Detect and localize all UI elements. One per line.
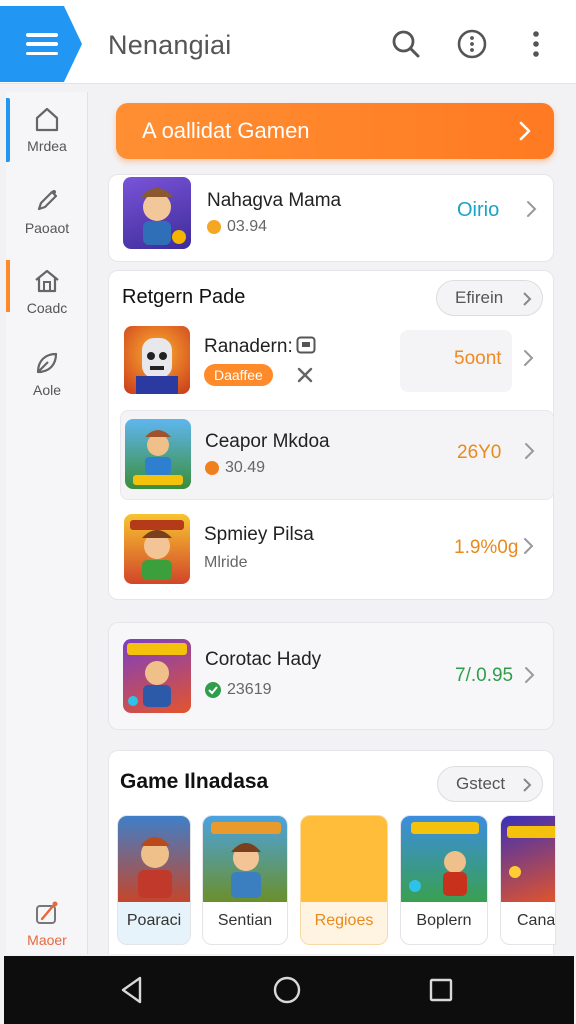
sidebar-item-edit[interactable]: Paoaot <box>6 180 88 250</box>
game-thumbnail <box>123 639 191 713</box>
sidebar-item-label: Maoer <box>27 932 67 948</box>
game-tile-image <box>401 816 487 902</box>
game-tile[interactable]: Sentian <box>202 815 288 945</box>
game-title: Corotac Hady <box>205 649 322 670</box>
sidebar-item-store[interactable]: Coadc <box>6 260 88 330</box>
menu-button[interactable] <box>0 6 82 82</box>
coin-icon <box>205 461 219 475</box>
game-meta-value: 30.49 <box>225 459 266 476</box>
chevron-right-icon <box>523 292 532 306</box>
game-tile-image <box>501 816 555 902</box>
home-circle-icon <box>273 976 301 1004</box>
chevron-right-icon <box>524 350 534 366</box>
sidebar-item-home[interactable]: Mrdea <box>6 98 88 168</box>
more-options-button[interactable] <box>518 26 554 62</box>
game-meta: Mlride <box>204 554 248 571</box>
game-thumbnail <box>125 419 191 489</box>
section-title: Game Ilnadasa <box>120 770 269 793</box>
sidebar: Mrdea Paoaot Coadc Aole Maoer <box>6 92 88 954</box>
chevron-right-icon <box>519 121 531 141</box>
leaf-icon <box>36 352 58 374</box>
game-tile-label: Boplern <box>416 912 472 929</box>
list-item[interactable]: Ceapor Mkdoa 30.49 26Y0 <box>120 410 554 500</box>
game-meta-value: 23619 <box>227 681 272 698</box>
game-title: Ceapor Mkdoa <box>205 431 330 452</box>
game-status: Oirio <box>457 199 500 221</box>
system-navigation-bar <box>4 956 574 1024</box>
game-thumbnail <box>124 514 190 584</box>
home-icon <box>35 107 59 132</box>
game-tile[interactable]: Canar <box>500 815 556 945</box>
coin-icon <box>207 220 221 234</box>
game-meta: 23619 <box>205 681 272 699</box>
game-title: Spmiey Pilsa <box>204 524 314 545</box>
app-header: Nenangiai <box>0 0 576 84</box>
section-action-button[interactable]: Gstect <box>437 766 543 802</box>
section-title: Retgern Pade <box>122 286 246 308</box>
game-thumbnail <box>123 177 191 249</box>
game-value: 7/.0.95 <box>455 665 514 686</box>
status-badge: Daaffee <box>204 364 273 386</box>
game-meta: 03.94 <box>207 218 267 236</box>
game-value: 26Y0 <box>457 442 502 463</box>
game-value: 5oont <box>454 348 502 369</box>
banner-label: A oallidat Gamen <box>142 118 310 143</box>
recents-square-icon <box>429 978 453 1002</box>
chevron-right-icon <box>523 778 532 792</box>
sidebar-item-maker[interactable]: Maoer <box>6 892 88 962</box>
game-tile-image <box>301 816 387 902</box>
game-value: 1.9%0g <box>454 537 519 558</box>
game-title: Nahagva Mama <box>207 190 342 211</box>
search-icon <box>392 30 420 58</box>
game-title: Ranadern: <box>204 336 293 357</box>
chevron-right-icon <box>525 443 535 459</box>
section-action-button[interactable]: Efirein <box>436 280 543 316</box>
back-triangle-icon <box>121 976 142 1004</box>
more-vertical-icon <box>533 31 539 57</box>
search-button[interactable] <box>388 26 424 62</box>
sidebar-item-label: Paoaot <box>24 220 70 236</box>
brush-icon <box>36 901 58 924</box>
recents-button[interactable] <box>425 974 457 1006</box>
game-tile-label: Sentian <box>217 912 273 929</box>
promo-banner[interactable]: A oallidat Gamen <box>116 103 554 159</box>
game-tile-image <box>203 816 287 902</box>
sidebar-item-label: Aole <box>32 382 62 398</box>
game-meta-value: 03.94 <box>227 218 268 235</box>
game-card[interactable]: Corotac Hady 23619 7/.0.95 <box>108 622 554 730</box>
featured-game-card[interactable]: Nahagva Mama 03.94 Oirio <box>108 174 554 262</box>
home-button[interactable] <box>271 974 303 1006</box>
chevron-right-icon <box>525 667 535 683</box>
game-tile-label: Poaraci <box>126 912 182 929</box>
game-thumbnail <box>124 326 190 394</box>
house-icon <box>35 269 59 293</box>
sidebar-item-label: Mrdea <box>27 138 67 154</box>
section-action-label: Gstect <box>456 774 506 793</box>
game-tile[interactable]: Boplern <box>400 815 488 945</box>
info-icon <box>457 29 487 59</box>
list-item[interactable]: Spmiey Pilsa Mlride 1.9%0g <box>120 506 554 596</box>
game-tile[interactable]: Poaraci <box>117 815 191 945</box>
info-button[interactable] <box>454 26 490 62</box>
app-title: Nenangiai <box>108 30 232 60</box>
check-circle-icon <box>205 682 221 698</box>
tools-icon <box>297 367 313 383</box>
game-tile[interactable]: Regioes <box>300 815 388 945</box>
sidebar-item-apps[interactable]: Aole <box>6 342 88 412</box>
chevron-right-icon <box>527 201 537 217</box>
game-tile-image <box>118 816 190 902</box>
game-meta: 30.49 <box>205 459 265 477</box>
pencil-icon <box>37 190 58 211</box>
game-tile-label: Regioes <box>314 912 374 929</box>
screen-icon <box>296 336 316 354</box>
game-tile-label: Canar <box>517 912 556 929</box>
back-button[interactable] <box>116 974 148 1006</box>
sidebar-item-label: Coadc <box>26 300 68 316</box>
chevron-right-icon <box>524 538 534 554</box>
hamburger-icon <box>26 33 58 55</box>
section-action-label: Efirein <box>455 288 504 307</box>
list-item[interactable]: Ranadern: Daaffee 5oont <box>120 322 554 402</box>
